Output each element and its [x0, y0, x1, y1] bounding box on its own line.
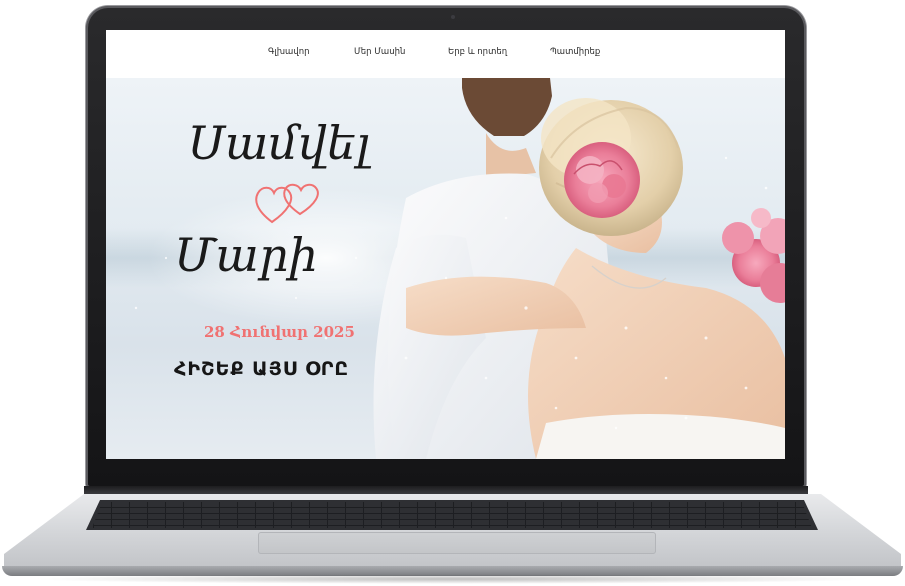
nav-item-home[interactable]: Գլխավոր	[268, 47, 309, 57]
laptop-shadow	[30, 574, 875, 584]
keyboard-keys	[92, 502, 812, 528]
bride-name: Մարի	[174, 228, 318, 282]
nav-item-tell-us[interactable]: Պատմիրեք	[550, 47, 600, 57]
double-heart-icon	[255, 183, 319, 224]
webcam	[451, 15, 455, 19]
wedding-date: 28 Հունվար 2025	[204, 323, 355, 341]
trackpad	[258, 532, 656, 554]
save-the-date-tagline: ՀԻՇԵՔ ԱՅՍ ՕՐԸ	[174, 358, 350, 380]
nav-item-about-us[interactable]: Մեր Մասին	[354, 47, 405, 57]
nav-item-when-where[interactable]: Երբ և որտեղ	[448, 47, 507, 57]
hero-section: Սամվել Մարի 28 Հունվար 2025 ՀԻՇԵՔ ԱՅՍ ՕՐ…	[106, 78, 785, 459]
top-navigation: Գլխավոր Մեր Մասին Երբ և որտեղ Պատմիրեք	[106, 30, 785, 78]
groom-name: Սամվել	[188, 116, 370, 170]
laptop-screen: Գլխավոր Մեր Մասին Երբ և որտեղ Պատմիրեք Ս…	[106, 30, 785, 459]
